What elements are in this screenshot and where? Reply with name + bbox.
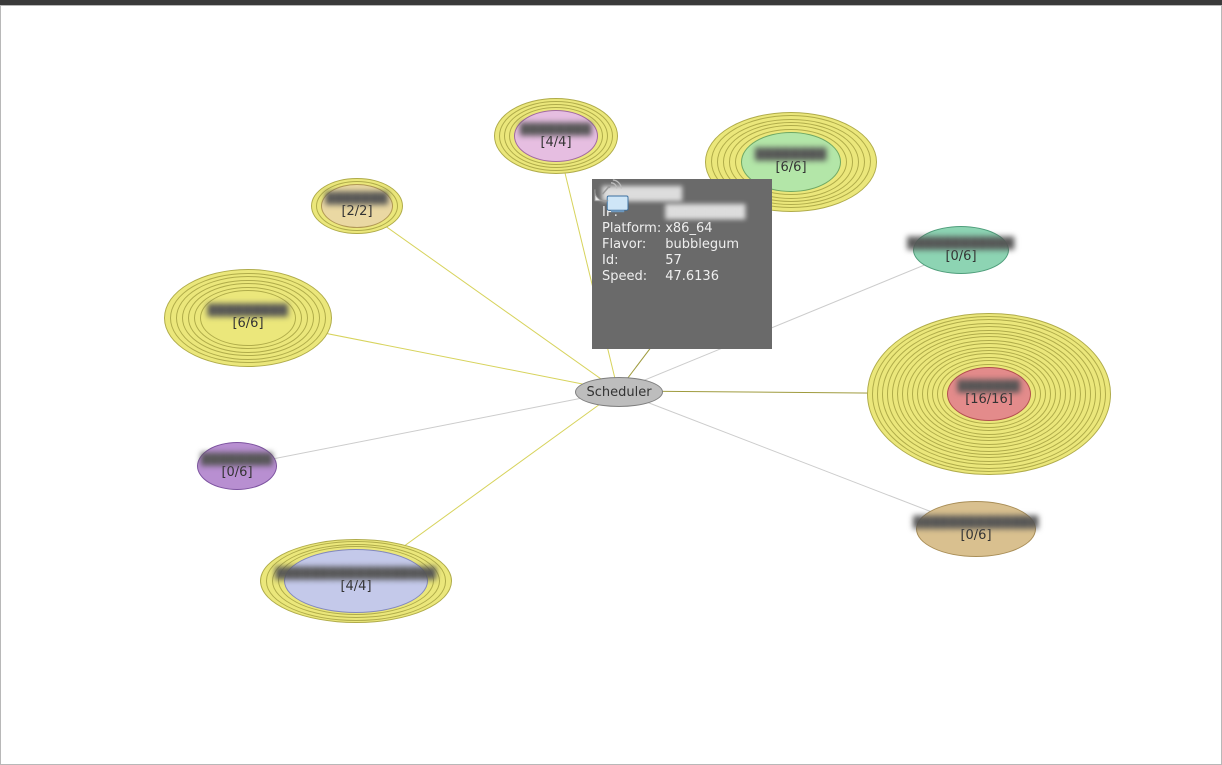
node-slot-count: [2/2] (341, 204, 372, 219)
tooltip-row: Id:57 (602, 253, 749, 269)
tooltip-key: Flavor: (602, 237, 665, 253)
tooltip-value: ████████ (665, 205, 749, 221)
node-hostname: ████████ (755, 148, 827, 161)
node-core[interactable]: ██████████████[0/6] (916, 501, 1036, 557)
node-hostname: ██████████████ (913, 516, 1038, 529)
worker-node[interactable]: █████████[6/6] (164, 269, 332, 367)
tooltip-value: 57 (665, 253, 749, 269)
node-slot-count: [4/4] (340, 579, 371, 594)
edge (237, 391, 618, 466)
node-core[interactable]: ████████[4/4] (514, 110, 598, 162)
node-hostname: ████████ (201, 453, 273, 466)
node-slot-count: [16/16] (965, 392, 1013, 407)
node-slot-count: [4/4] (540, 135, 571, 150)
tooltip-table: IP:████████Platform:x86_64Flavor:bubbleg… (602, 205, 749, 285)
worker-node[interactable]: ██████████████████[4/4] (260, 539, 452, 623)
node-tooltip: ████████ IP:████████Platform:x86_64Flavo… (592, 179, 772, 349)
tooltip-value: bubblegum (665, 237, 749, 253)
node-slot-count: [6/6] (232, 316, 263, 331)
tooltip-value: 47.6136 (665, 269, 749, 285)
node-hostname: ████████████ (907, 237, 1015, 250)
tooltip-row: Speed:47.6136 (602, 269, 749, 285)
node-core[interactable]: ████████████[0/6] (913, 226, 1009, 274)
node-slot-count: [0/6] (945, 249, 976, 264)
node-hostname: ████████ (520, 123, 592, 136)
satellite-monitor-icon (592, 179, 630, 213)
tooltip-row: Flavor:bubblegum (602, 237, 749, 253)
node-core[interactable]: ██████████████████[4/4] (284, 549, 428, 613)
node-core[interactable]: ████████[0/6] (197, 442, 277, 490)
node-slot-count: [6/6] (775, 160, 806, 175)
node-core[interactable]: █████████[6/6] (200, 290, 296, 346)
worker-node[interactable]: ███████[2/2] (311, 178, 403, 234)
tooltip-row: Platform:x86_64 (602, 221, 749, 237)
scheduler-node[interactable]: Scheduler (575, 377, 663, 407)
worker-node[interactable]: ████████[0/6] (197, 442, 277, 490)
tooltip-key: Id: (602, 253, 665, 269)
node-hostname: ███████ (958, 380, 1021, 393)
worker-node[interactable]: ████████[4/4] (494, 98, 618, 174)
node-slot-count: [0/6] (960, 528, 991, 543)
worker-node[interactable]: ███████[16/16] (867, 313, 1111, 476)
tooltip-value: x86_64 (665, 221, 749, 237)
tooltip-key: Speed: (602, 269, 665, 285)
scheduler-label: Scheduler (586, 385, 651, 400)
tooltip-key: Platform: (602, 221, 665, 237)
node-core[interactable]: ███████[16/16] (947, 367, 1031, 421)
node-core[interactable]: ███████[2/2] (321, 184, 393, 228)
worker-node[interactable]: ████████████[0/6] (913, 226, 1009, 274)
node-hostname: ███████ (326, 192, 389, 205)
node-hostname: ██████████████████ (275, 567, 436, 580)
node-slot-count: [0/6] (221, 465, 252, 480)
canvas-frame: ████████[4/4]████████[6/6]███████[2/2]██… (0, 5, 1222, 765)
node-hostname: █████████ (208, 304, 289, 317)
worker-node[interactable]: ██████████████[0/6] (916, 501, 1036, 557)
